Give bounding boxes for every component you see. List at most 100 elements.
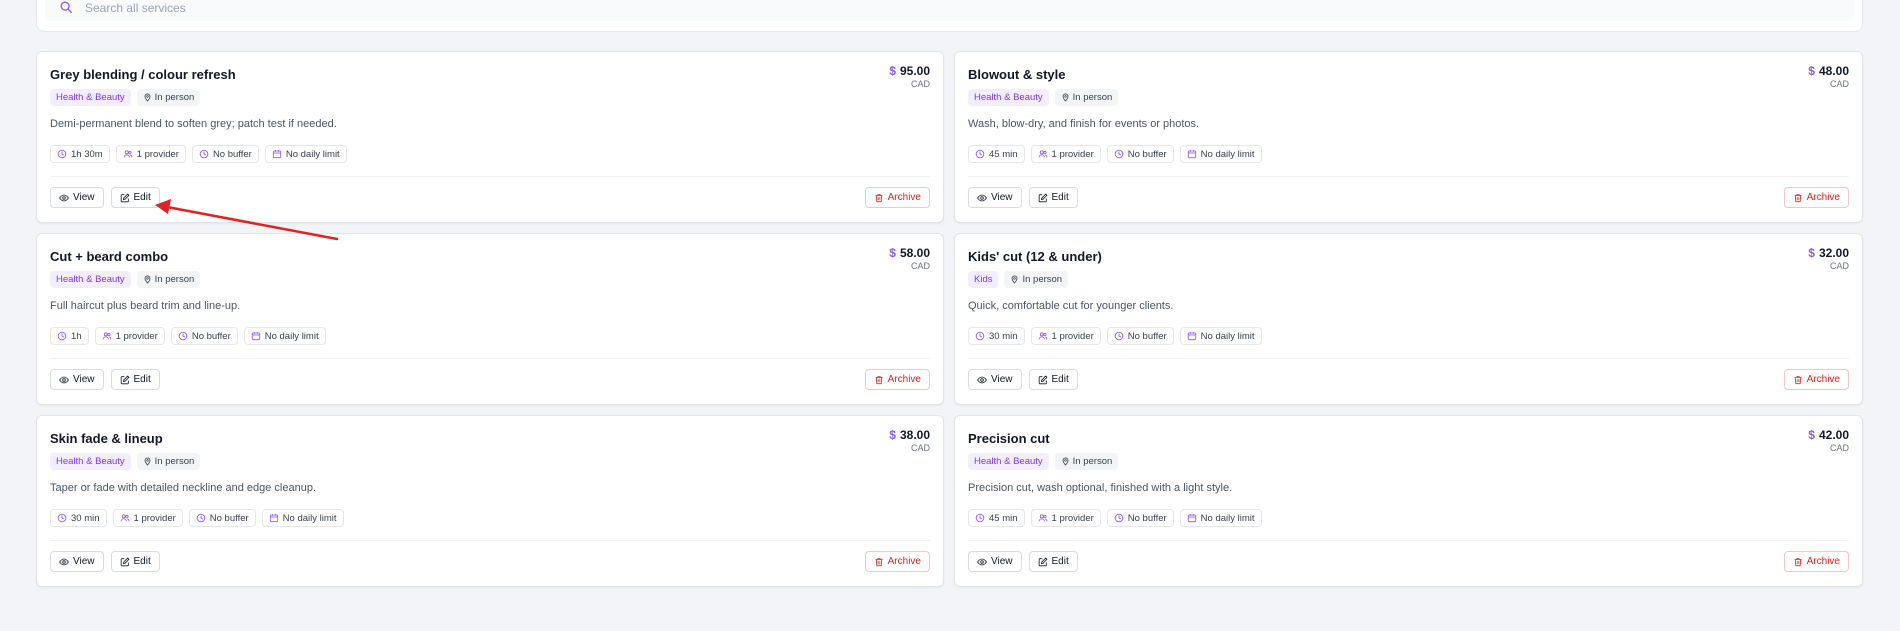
view-button[interactable]: View <box>968 551 1022 572</box>
dollar-icon: $ <box>1808 428 1815 442</box>
price-currency: CAD <box>1829 261 1849 271</box>
view-label: View <box>73 556 95 567</box>
category-badge: Health & Beauty <box>50 453 131 470</box>
price-amount: 38.00 <box>899 428 930 442</box>
edit-button[interactable]: Edit <box>1028 187 1078 208</box>
archive-button[interactable]: Archive <box>1783 551 1849 572</box>
archive-button[interactable]: Archive <box>864 551 930 572</box>
eye-icon <box>59 558 69 565</box>
service-card: Kids' cut (12 & under) $32.00 CAD Kids I… <box>954 233 1863 405</box>
buffer-label: No buffer <box>1127 512 1167 524</box>
service-meta: 30 min 1 provider No buffer No daily lim… <box>968 327 1262 345</box>
service-title: Skin fade & lineup <box>50 431 163 446</box>
edit-icon <box>1038 557 1047 566</box>
trash-icon <box>875 193 883 202</box>
duration-label: 30 min <box>989 330 1018 342</box>
service-description: Precision cut, wash optional, finished w… <box>968 482 1233 494</box>
providers-label: 1 provider <box>136 148 179 160</box>
daily-limit-chip: No daily limit <box>243 327 326 345</box>
card-divider <box>968 540 1849 541</box>
archive-button[interactable]: Archive <box>1783 187 1849 208</box>
view-button[interactable]: View <box>50 551 104 572</box>
service-meta: 30 min 1 provider No buffer No daily lim… <box>50 509 344 527</box>
archive-label: Archive <box>1806 556 1840 567</box>
edit-button[interactable]: Edit <box>110 551 160 572</box>
service-price: $48.00 CAD <box>1808 64 1849 89</box>
category-badge: Health & Beauty <box>50 271 131 288</box>
search-box[interactable] <box>45 0 1854 23</box>
view-button[interactable]: View <box>968 187 1022 208</box>
price-currency: CAD <box>910 79 930 89</box>
dollar-icon: $ <box>889 428 896 442</box>
location-label: In person <box>1022 274 1063 285</box>
edit-label: Edit <box>1051 192 1069 203</box>
service-title: Grey blending / colour refresh <box>50 67 236 82</box>
providers-label: 1 provider <box>1051 148 1094 160</box>
calendar-icon <box>272 150 281 159</box>
archive-button[interactable]: Archive <box>864 187 930 208</box>
duration-chip: 30 min <box>968 327 1025 345</box>
buffer-chip: No buffer <box>1106 327 1174 345</box>
archive-label: Archive <box>887 556 921 567</box>
location-label: In person <box>1072 92 1113 103</box>
calendar-icon <box>269 514 278 523</box>
archive-button[interactable]: Archive <box>1783 369 1849 390</box>
edit-button[interactable]: Edit <box>110 187 160 208</box>
edit-label: Edit <box>133 556 151 567</box>
price-amount: 58.00 <box>899 246 930 260</box>
price-amount: 95.00 <box>899 64 930 78</box>
services-grid: Grey blending / colour refresh $95.00 CA… <box>36 51 1863 587</box>
clock-icon <box>57 149 67 159</box>
card-divider <box>50 540 930 541</box>
price-currency: CAD <box>910 261 930 271</box>
buffer-label: No buffer <box>1127 330 1167 342</box>
buffer-label: No buffer <box>209 512 249 524</box>
search-icon <box>60 1 72 13</box>
view-button[interactable]: View <box>50 369 104 390</box>
service-tags: Health & Beauty In person <box>50 453 201 470</box>
edit-button[interactable]: Edit <box>1028 551 1078 572</box>
clock-icon <box>1114 513 1124 523</box>
price-amount: 48.00 <box>1818 64 1849 78</box>
dollar-icon: $ <box>889 246 896 260</box>
edit-icon <box>1038 375 1047 384</box>
service-meta: 1h 30m 1 provider No buffer No daily lim… <box>50 145 347 163</box>
service-card: Cut + beard combo $58.00 CAD Health & Be… <box>36 233 944 405</box>
archive-button[interactable]: Archive <box>864 369 930 390</box>
service-card: Grey blending / colour refresh $95.00 CA… <box>36 51 944 223</box>
price-currency: CAD <box>1829 443 1849 453</box>
duration-label: 30 min <box>71 512 100 524</box>
view-label: View <box>991 556 1013 567</box>
service-meta: 45 min 1 provider No buffer No daily lim… <box>968 145 1262 163</box>
card-divider <box>50 176 930 177</box>
dollar-icon: $ <box>1808 64 1815 78</box>
edit-button[interactable]: Edit <box>1028 369 1078 390</box>
edit-button[interactable]: Edit <box>110 369 160 390</box>
service-meta: 45 min 1 provider No buffer No daily lim… <box>968 509 1262 527</box>
view-button[interactable]: View <box>968 369 1022 390</box>
trash-icon <box>1794 557 1802 566</box>
dollar-icon: $ <box>1808 246 1815 260</box>
search-input[interactable] <box>83 0 687 23</box>
location-badge: In person <box>136 271 201 288</box>
clock-icon <box>199 149 209 159</box>
location-label: In person <box>154 456 195 467</box>
service-tags: Kids In person <box>968 271 1069 288</box>
clock-icon <box>975 513 985 523</box>
edit-label: Edit <box>133 374 151 385</box>
view-button[interactable]: View <box>50 187 104 208</box>
card-actions: View Edit <box>50 369 160 390</box>
calendar-icon <box>1187 514 1196 523</box>
view-label: View <box>991 192 1013 203</box>
service-description: Full haircut plus beard trim and line-up… <box>50 300 241 312</box>
eye-icon <box>977 376 987 383</box>
providers-chip: 1 provider <box>1030 327 1101 345</box>
archive-label: Archive <box>1806 374 1840 385</box>
service-tags: Health & Beauty In person <box>968 453 1119 470</box>
eye-icon <box>977 194 987 201</box>
price-currency: CAD <box>1829 79 1849 89</box>
duration-chip: 45 min <box>968 145 1025 163</box>
daily-limit-chip: No daily limit <box>1179 327 1262 345</box>
trash-icon <box>875 375 883 384</box>
clock-icon <box>1114 331 1124 341</box>
